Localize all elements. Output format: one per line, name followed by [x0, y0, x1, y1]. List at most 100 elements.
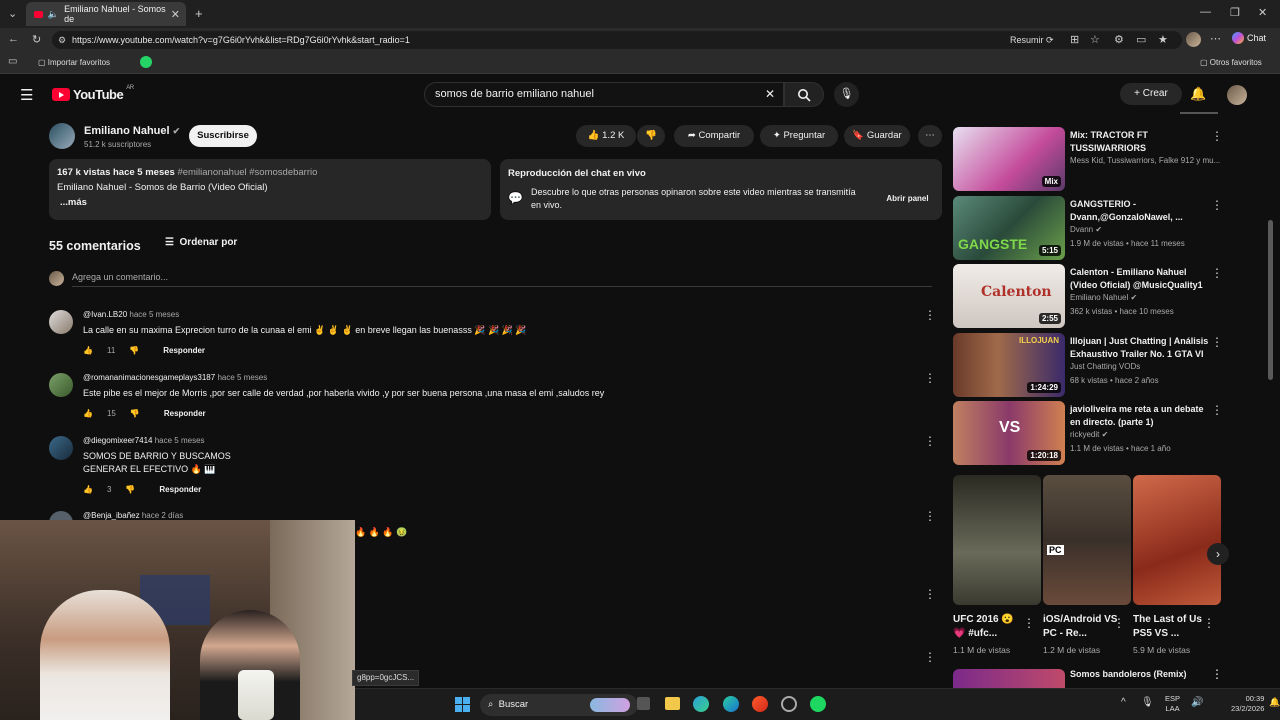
clock[interactable]: 00:39 23/2/2026: [1231, 694, 1264, 714]
maximize-icon[interactable]: ❐: [1230, 6, 1240, 19]
video-title[interactable]: Illojuan | Just Chatting | Análisis Exha…: [1070, 335, 1215, 361]
video-menu-icon[interactable]: ⋮: [1211, 335, 1223, 349]
video-title[interactable]: javioliveira me reta a un debate en dire…: [1070, 403, 1215, 429]
reply-button[interactable]: Responder: [163, 346, 205, 355]
short-thumbnail[interactable]: [953, 475, 1041, 605]
browser-tab[interactable]: 🔈 Emiliano Nahuel - Somos de ✕: [26, 2, 186, 26]
tab-list-icon[interactable]: ⌄: [8, 7, 17, 20]
import-favorites-link[interactable]: ▢ Importar favoritos: [38, 58, 110, 67]
tray-chevron-icon[interactable]: ^: [1121, 697, 1126, 708]
video-thumbnail[interactable]: GANGSTE 5:15: [953, 196, 1065, 260]
menu-icon[interactable]: ☰: [20, 86, 33, 104]
search-input[interactable]: somos de barrio emiliano nahuel ✕: [424, 82, 784, 107]
video-thumbnail[interactable]: Mix: [953, 127, 1065, 191]
profile-avatar[interactable]: [1186, 32, 1201, 47]
like-comment-icon[interactable]: 👍: [83, 485, 93, 494]
short-thumbnail[interactable]: [1133, 475, 1221, 605]
video-channel[interactable]: Emiliano Nahuel ✔: [1070, 293, 1220, 302]
more-actions-button[interactable]: ⋯: [918, 125, 942, 147]
video-title[interactable]: Mix: TRACTOR FT TUSSIWARRIORS: [1070, 129, 1215, 155]
description-box[interactable]: 167 k vistas hace 5 meses #emilianonahue…: [49, 159, 491, 220]
like-button[interactable]: 👍 1.2 K: [576, 125, 636, 147]
recommended-video[interactable]: ILLOJUAN 1:24:29 Illojuan | Just Chatting…: [953, 333, 1253, 397]
comment-menu-icon[interactable]: ⋮: [924, 434, 936, 448]
dislike-comment-icon[interactable]: 👎: [125, 485, 135, 494]
app-icon[interactable]: [781, 696, 797, 712]
language-indicator[interactable]: ESP LAA: [1165, 694, 1180, 714]
ask-button[interactable]: ✦ Preguntar: [760, 125, 838, 147]
file-explorer-icon[interactable]: [665, 697, 680, 710]
short-title[interactable]: iOS/Android VS PC - Re...: [1043, 613, 1119, 641]
video-menu-icon[interactable]: ⋮: [1211, 129, 1223, 143]
voice-search-button[interactable]: 🎙: [834, 82, 859, 107]
page-scrollbar[interactable]: [1268, 220, 1273, 380]
subscribe-button[interactable]: Suscribirse: [189, 125, 257, 147]
short-title[interactable]: UFC 2016 😮 💗 #ufc...: [953, 613, 1029, 641]
comment-menu-icon[interactable]: ⋮: [924, 587, 936, 601]
add-comment-input[interactable]: Agrega un comentario...: [72, 272, 932, 287]
short-menu-icon[interactable]: ⋮: [1203, 616, 1215, 630]
video-thumbnail[interactable]: [953, 669, 1065, 688]
new-tab-icon[interactable]: +: [195, 6, 203, 21]
video-menu-icon[interactable]: ⋮: [1211, 198, 1223, 212]
video-channel[interactable]: Mess Kid, Tussiwarriors, Falke 912 y mu.…: [1070, 156, 1220, 165]
close-window-icon[interactable]: ✕: [1258, 6, 1267, 19]
recommended-video[interactable]: GANGSTE 5:15 GANGSTERIO - Dvann,@GonzaloN…: [953, 196, 1253, 260]
youtube-logo[interactable]: YouTube AR: [52, 85, 134, 102]
dislike-button[interactable]: 👎: [637, 125, 665, 147]
taskbar-search[interactable]: ⌕ Buscar: [480, 694, 638, 716]
url-field[interactable]: ⚙ https://www.youtube.com/watch?v=g7G6i0…: [52, 31, 1182, 49]
short-menu-icon[interactable]: ⋮: [1023, 616, 1035, 630]
resume-button[interactable]: Resumir ⟳: [1010, 31, 1054, 49]
comment-author[interactable]: @Benja_ibañez: [83, 511, 140, 520]
video-channel[interactable]: Just Chatting VODs: [1070, 362, 1220, 371]
video-channel[interactable]: Dvann ✔: [1070, 225, 1220, 234]
comment-menu-icon[interactable]: ⋮: [924, 308, 936, 322]
notifications-icon[interactable]: 🔔: [1269, 697, 1280, 708]
video-thumbnail[interactable]: Calenton 2:55: [953, 264, 1065, 328]
show-more-link[interactable]: ...más: [57, 197, 483, 208]
save-button[interactable]: 🔖 Guardar: [844, 125, 910, 147]
whatsapp-icon[interactable]: [140, 56, 152, 68]
comment-author[interactable]: @diegomixeer7414: [83, 436, 153, 445]
video-title[interactable]: Somos bandoleros (Remix): [1070, 669, 1187, 679]
microphone-tray-icon[interactable]: 🎙: [1141, 697, 1154, 708]
dislike-comment-icon[interactable]: 👎: [129, 346, 139, 355]
notifications-bell-icon[interactable]: 🔔: [1190, 86, 1206, 102]
short-menu-icon[interactable]: ⋮: [1113, 616, 1125, 630]
share-button[interactable]: ➦ Compartir: [674, 125, 754, 147]
reply-button[interactable]: Responder: [164, 409, 206, 418]
favorites-icon[interactable]: ★: [1158, 31, 1168, 49]
comment-avatar[interactable]: [49, 436, 73, 460]
video-menu-icon[interactable]: ⋮: [1211, 266, 1223, 280]
windows-start-icon[interactable]: [455, 697, 470, 712]
create-button[interactable]: + Crear: [1120, 83, 1182, 105]
comment-author[interactable]: @romananimacionesgameplays3187: [83, 373, 215, 382]
recommended-video[interactable]: Mix Mix: TRACTOR FT TUSSIWARRIORS Mess K…: [953, 127, 1253, 191]
like-comment-icon[interactable]: 👍: [83, 346, 93, 355]
comment-avatar[interactable]: [49, 373, 73, 397]
comment-menu-icon[interactable]: ⋮: [924, 371, 936, 385]
reading-icon[interactable]: ▭: [8, 56, 17, 67]
dislike-comment-icon[interactable]: 👎: [130, 409, 140, 418]
edge-icon[interactable]: [693, 696, 709, 712]
extensions-icon[interactable]: ⚙: [1114, 31, 1124, 49]
back-icon[interactable]: ←: [8, 33, 19, 45]
sort-button[interactable]: ☰ Ordenar por: [165, 237, 237, 248]
app-icon[interactable]: ⊞: [1070, 31, 1079, 49]
task-view-icon[interactable]: [637, 697, 650, 710]
comment-menu-icon[interactable]: ⋮: [924, 509, 936, 523]
minimize-icon[interactable]: —: [1200, 6, 1211, 18]
comment-author[interactable]: @Ivan.LB20: [83, 310, 127, 319]
close-tab-icon[interactable]: ✕: [171, 8, 180, 21]
copilot-chat-button[interactable]: Chat: [1232, 32, 1266, 44]
search-button[interactable]: [784, 82, 824, 107]
favorite-star-icon[interactable]: ☆: [1090, 31, 1100, 49]
short-thumbnail[interactable]: PC: [1043, 475, 1131, 605]
volume-icon[interactable]: 🔊: [1191, 697, 1203, 708]
browser-icon[interactable]: [752, 696, 768, 712]
edge-beta-icon[interactable]: [723, 696, 739, 712]
reload-icon[interactable]: ↻: [32, 33, 41, 46]
account-avatar[interactable]: [1227, 85, 1247, 105]
split-screen-icon[interactable]: ▭: [1136, 31, 1146, 49]
